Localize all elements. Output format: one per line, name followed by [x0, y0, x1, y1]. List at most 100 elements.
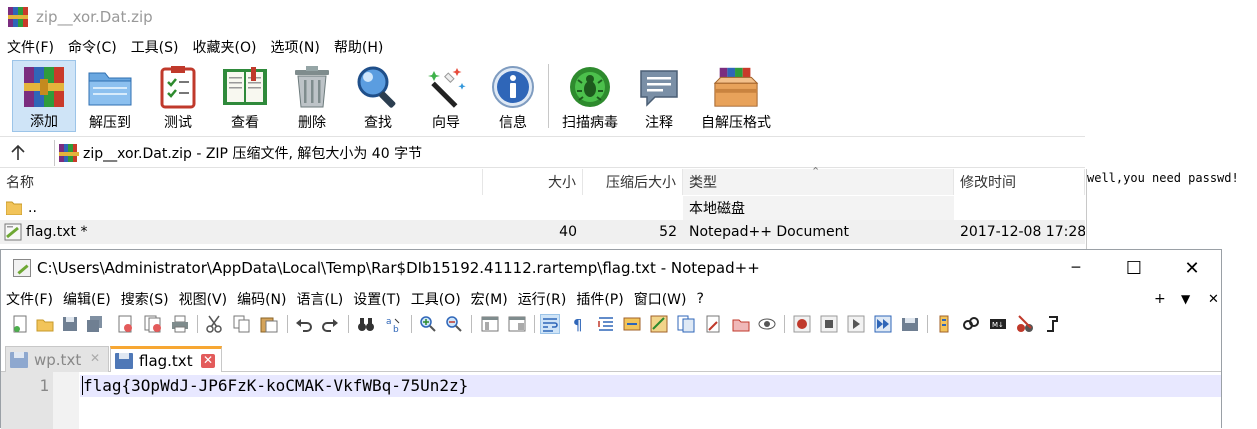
paste-icon[interactable]	[260, 315, 278, 333]
column-header-name[interactable]: 名称	[0, 169, 483, 195]
cut-icon[interactable]	[205, 315, 223, 333]
folder-icon[interactable]	[732, 315, 750, 333]
npp-menu-tools[interactable]: 工具(O)	[406, 289, 466, 309]
npp-menu-language[interactable]: 语言(L)	[292, 289, 349, 309]
tab-flag-txt[interactable]: flag.txt ✕	[110, 346, 222, 372]
extract-to-button[interactable]: 解压到	[78, 60, 142, 132]
test-icon	[154, 64, 202, 110]
tab-label: flag.txt	[139, 351, 193, 370]
sync-vertical-icon[interactable]	[481, 315, 499, 333]
tab-close-icon[interactable]: ✕	[88, 352, 102, 366]
address-path-field[interactable]: zip__xor.Dat.zip - ZIP 压缩文件, 解包大小为 40 字节	[54, 140, 1084, 166]
file-row-parent[interactable]: .. 本地磁盘	[0, 196, 1085, 220]
menu-commands[interactable]: 命令(C)	[61, 37, 124, 57]
close-doc-icon[interactable]: ✕	[1203, 288, 1224, 310]
column-header-type[interactable]: 类型 ⌃	[683, 165, 954, 195]
svg-text:¶: ¶	[573, 316, 583, 333]
tab-close-icon[interactable]: ✕	[201, 354, 215, 368]
function-list-icon[interactable]	[677, 315, 695, 333]
file-type: Notepad++ Document	[689, 224, 849, 240]
test-button[interactable]: 测试	[146, 60, 210, 132]
folder-as-workspace-icon[interactable]	[704, 315, 722, 333]
menu-help[interactable]: 帮助(H)	[327, 37, 390, 57]
column-header-packed[interactable]: 压缩后大小	[583, 169, 683, 195]
menu-favorites[interactable]: 收藏夹(O)	[186, 37, 264, 57]
line-number: 1	[39, 376, 49, 395]
monitoring-eye-icon[interactable]	[758, 315, 776, 333]
find-binoculars-icon[interactable]	[357, 315, 375, 333]
npp-menu-settings[interactable]: 设置(T)	[348, 289, 405, 309]
plugin-icon[interactable]	[935, 315, 953, 333]
npp-menu-run[interactable]: 运行(R)	[513, 289, 572, 309]
copy-icon[interactable]	[233, 315, 251, 333]
npp-menu-edit[interactable]: 编辑(E)	[58, 289, 116, 309]
undo-icon[interactable]	[295, 315, 313, 333]
link-icon[interactable]	[962, 315, 980, 333]
address-text: zip__xor.Dat.zip - ZIP 压缩文件, 解包大小为 40 字节	[83, 146, 423, 162]
view-book-icon	[221, 64, 269, 110]
save-all-icon[interactable]	[86, 315, 104, 333]
menu-tools[interactable]: 工具(S)	[124, 37, 186, 57]
menu-options[interactable]: 选项(N)	[263, 37, 326, 57]
comment-button[interactable]: 注释	[627, 60, 691, 132]
zoom-in-icon[interactable]	[419, 315, 437, 333]
file-type: 本地磁盘	[689, 201, 745, 217]
view-button[interactable]: 查看	[213, 60, 277, 132]
sfx-button[interactable]: 自解压格式	[693, 60, 779, 132]
sfx-box-icon	[712, 64, 760, 110]
play-macro-icon[interactable]	[847, 315, 865, 333]
save-macro-icon[interactable]	[901, 315, 919, 333]
npp-menu-search[interactable]: 搜索(S)	[116, 289, 174, 309]
file-row-flag[interactable]: flag.txt * 40 52 Notepad++ Document 2017…	[0, 220, 1085, 244]
close-all-icon[interactable]	[144, 315, 162, 333]
new-tab-plus-icon[interactable]: +	[1149, 288, 1171, 310]
sync-horizontal-icon[interactable]	[508, 315, 526, 333]
column-header-size[interactable]: 大小	[483, 169, 583, 195]
udl-icon[interactable]	[623, 315, 641, 333]
npp-menu-window[interactable]: 窗口(W)	[629, 289, 692, 309]
up-arrow-icon[interactable]	[8, 143, 40, 163]
npp-menu-file[interactable]: 文件(F)	[1, 289, 58, 309]
info-button[interactable]: 信息	[481, 60, 545, 132]
record-macro-icon[interactable]	[793, 315, 811, 333]
npp-menu-help[interactable]: ?	[692, 291, 709, 307]
find-button[interactable]: 查找	[346, 60, 410, 132]
stop-macro-icon[interactable]	[820, 315, 838, 333]
new-file-icon[interactable]	[11, 315, 29, 333]
document-map-icon[interactable]	[650, 315, 668, 333]
run-macro-multiple-icon[interactable]	[874, 315, 892, 333]
comment-icon	[635, 64, 683, 110]
open-file-icon[interactable]	[36, 315, 54, 333]
save-icon[interactable]	[61, 315, 79, 333]
markdown-icon[interactable]: M↓	[989, 315, 1007, 333]
notepadpp-editor[interactable]: 1 flag{3OpWdJ-JP6FzK-koCMAK-VkfWBq-75Un2…	[1, 372, 1221, 429]
word-wrap-icon[interactable]	[540, 314, 560, 334]
minimize-button[interactable]: ─	[1047, 250, 1105, 286]
winrar-title: zip__xor.Dat.zip	[36, 8, 153, 26]
show-all-chars-icon[interactable]: ¶	[570, 315, 588, 333]
virus-scan-button[interactable]: 扫描病毒	[558, 60, 622, 132]
npp-menu-view[interactable]: 视图(V)	[174, 289, 233, 309]
menu-file[interactable]: 文件(F)	[0, 37, 61, 57]
print-icon[interactable]	[171, 315, 189, 333]
replace-icon[interactable]: ab	[385, 315, 403, 333]
npp-menu-encoding[interactable]: 编码(N)	[232, 289, 291, 309]
indent-guide-icon[interactable]	[597, 315, 615, 333]
add-button[interactable]: 添加	[12, 60, 76, 132]
info-icon	[489, 64, 537, 110]
close-file-icon[interactable]	[116, 315, 134, 333]
redo-icon[interactable]	[321, 315, 339, 333]
npp-menu-macro[interactable]: 宏(M)	[466, 289, 513, 309]
tab-wp-txt[interactable]: wp.txt ✕	[5, 346, 109, 372]
maximize-button[interactable]: ☐	[1105, 250, 1163, 286]
column-header-modified[interactable]: 修改时间	[954, 169, 1085, 195]
wizard-button[interactable]: 向导	[414, 60, 478, 132]
close-button[interactable]: ✕	[1163, 250, 1221, 286]
tab-list-down-icon[interactable]: ▼	[1176, 288, 1195, 310]
compare-icon[interactable]	[1016, 315, 1034, 333]
delete-button[interactable]: 删除	[280, 60, 344, 132]
snippet-icon[interactable]	[1043, 315, 1061, 333]
npp-menu-plugins[interactable]: 插件(P)	[571, 289, 628, 309]
zoom-out-icon[interactable]	[445, 315, 463, 333]
virus-scan-icon	[566, 64, 614, 110]
